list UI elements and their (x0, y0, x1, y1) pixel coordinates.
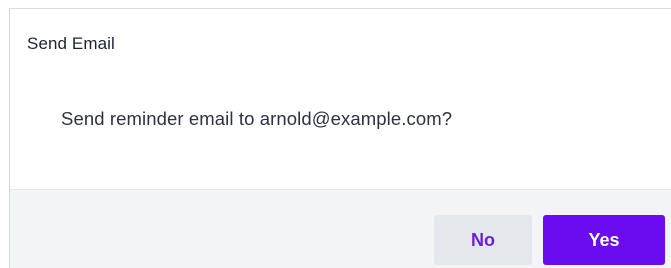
dialog-body: Send reminder email to arnold@example.co… (10, 78, 671, 189)
dialog-header: Send Email (10, 9, 671, 78)
no-button[interactable]: No (434, 215, 532, 265)
yes-button[interactable]: Yes (543, 215, 665, 265)
dialog-message: Send reminder email to arnold@example.co… (61, 108, 453, 129)
dialog-title: Send Email (27, 34, 115, 53)
dialog-footer: No Yes (10, 189, 671, 268)
send-email-dialog: Send Email Send reminder email to arnold… (9, 8, 671, 268)
